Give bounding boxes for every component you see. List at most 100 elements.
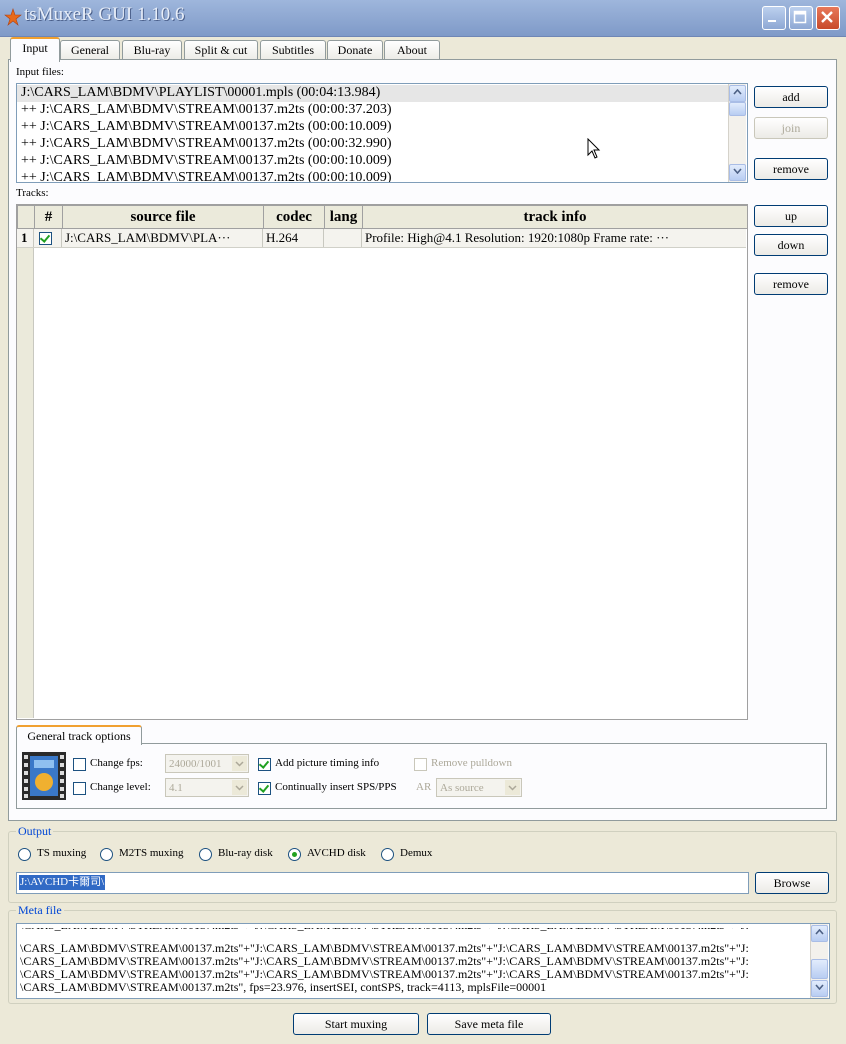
column-divider bbox=[61, 229, 62, 247]
tracks-label: Tracks: bbox=[16, 187, 49, 199]
row-number: 1 bbox=[21, 230, 28, 245]
output-path-selected-text: J:\AVCHD卡爾司\ bbox=[19, 875, 106, 890]
output-path-input[interactable]: J:\AVCHD卡爾司\ bbox=[16, 872, 749, 894]
track-up-button[interactable]: up bbox=[754, 205, 828, 227]
table-row[interactable]: 1 J:\CARS_LAM\BDMV\PLA··· H.264 Profile:… bbox=[17, 229, 746, 248]
change-level-label: Change level: bbox=[90, 781, 151, 793]
scroll-thumb[interactable] bbox=[811, 959, 828, 979]
maximize-icon bbox=[793, 10, 807, 24]
column-header-codec[interactable]: codec bbox=[263, 205, 325, 229]
insert-sps-pps-checkbox[interactable] bbox=[258, 782, 271, 795]
demux-label: Demux bbox=[400, 847, 433, 859]
add-button[interactable]: add bbox=[754, 86, 828, 108]
avchd-disk-radio[interactable] bbox=[288, 848, 301, 861]
app-icon bbox=[4, 8, 22, 26]
track-lang-cell[interactable] bbox=[327, 230, 361, 246]
chevron-up-icon bbox=[733, 89, 742, 95]
minimize-button[interactable] bbox=[762, 6, 786, 30]
ar-select[interactable]: As source bbox=[436, 778, 522, 797]
column-divider bbox=[262, 229, 263, 247]
m2ts-muxing-radio[interactable] bbox=[100, 848, 113, 861]
tab-general-track-options[interactable]: General track options bbox=[16, 725, 142, 745]
title-bar[interactable]: tsMuxeR GUI 1.10.6 bbox=[0, 0, 846, 37]
chevron-up-icon bbox=[815, 929, 824, 935]
maximize-button[interactable] bbox=[789, 6, 813, 30]
scroll-up-button[interactable] bbox=[811, 925, 828, 942]
add-picture-timing-label: Add picture timing info bbox=[275, 757, 380, 769]
column-header-lang[interactable]: lang bbox=[324, 205, 363, 229]
row-header-column bbox=[17, 248, 34, 718]
film-clapper-icon bbox=[22, 752, 66, 800]
tab-subtitles[interactable]: Subtitles bbox=[260, 40, 326, 60]
change-fps-checkbox[interactable] bbox=[73, 758, 86, 771]
track-codec-cell: H.264 bbox=[266, 230, 299, 245]
meta-clip-mask bbox=[17, 924, 812, 928]
tab-blu-ray[interactable]: Blu-ray bbox=[122, 40, 182, 60]
column-header-num[interactable]: # bbox=[34, 205, 63, 229]
list-item[interactable]: ++ J:\CARS_LAM\BDMV\STREAM\00137.m2ts (0… bbox=[21, 170, 392, 182]
scroll-down-button[interactable] bbox=[729, 164, 746, 181]
column-header-info[interactable]: track info bbox=[362, 205, 747, 229]
demux-radio[interactable] bbox=[381, 848, 394, 861]
add-picture-timing-checkbox[interactable] bbox=[258, 758, 271, 771]
mouse-cursor-icon bbox=[587, 138, 601, 159]
column-header-source[interactable]: source file bbox=[62, 205, 264, 229]
remove-pulldown-checkbox[interactable] bbox=[414, 758, 427, 771]
ts-muxing-radio[interactable] bbox=[18, 848, 31, 861]
list-item[interactable]: ++ J:\CARS_LAM\BDMV\STREAM\00137.m2ts (0… bbox=[21, 136, 392, 152]
input-files-label: Input files: bbox=[16, 66, 64, 78]
track-options-panel bbox=[16, 743, 827, 809]
meta-scrollbar[interactable] bbox=[810, 924, 828, 998]
track-down-button[interactable]: down bbox=[754, 234, 828, 256]
remove-track-button[interactable]: remove bbox=[754, 273, 828, 295]
column-divider bbox=[33, 229, 34, 247]
list-item[interactable]: ++ J:\CARS_LAM\BDMV\STREAM\00137.m2ts (0… bbox=[21, 153, 392, 169]
change-level-checkbox[interactable] bbox=[73, 782, 86, 795]
meta-file-group-title: Meta file bbox=[16, 903, 64, 918]
minimize-icon bbox=[768, 20, 776, 22]
list-item[interactable]: J:\CARS_LAM\BDMV\PLAYLIST\00001.mpls (00… bbox=[21, 85, 380, 101]
row-header-corner bbox=[17, 205, 35, 229]
chevron-down-icon bbox=[733, 168, 742, 174]
insert-sps-pps-label: Continually insert SPS/PPS bbox=[275, 781, 397, 793]
input-files-list[interactable]: J:\CARS_LAM\BDMV\PLAYLIST\00001.mpls (00… bbox=[16, 83, 748, 183]
level-select[interactable]: 4.1 bbox=[165, 778, 249, 797]
track-info-cell: Profile: High@4.1 Resolution: 1920:1080p… bbox=[365, 230, 670, 245]
remove-pulldown-label: Remove pulldown bbox=[431, 757, 512, 769]
tracks-grid[interactable]: # source file codec lang track info 1 J:… bbox=[16, 204, 748, 720]
blu-ray-disk-radio[interactable] bbox=[199, 848, 212, 861]
scroll-up-button[interactable] bbox=[729, 85, 746, 102]
list-item[interactable]: ++ J:\CARS_LAM\BDMV\STREAM\00137.m2ts (0… bbox=[21, 119, 392, 135]
list-item[interactable]: ++ J:\CARS_LAM\BDMV\STREAM\00137.m2ts (0… bbox=[21, 102, 392, 118]
scroll-down-button[interactable] bbox=[811, 980, 828, 997]
chevron-down-icon bbox=[815, 984, 824, 990]
change-fps-label: Change fps: bbox=[90, 757, 143, 769]
fps-select[interactable]: 24000/1001 bbox=[165, 754, 249, 773]
track-source-cell: J:\CARS_LAM\BDMV\PLA··· bbox=[65, 230, 231, 245]
tab-donate[interactable]: Donate bbox=[327, 40, 383, 60]
column-divider bbox=[323, 229, 324, 247]
tab-about[interactable]: About bbox=[384, 40, 440, 60]
track-enabled-checkbox[interactable] bbox=[39, 232, 52, 245]
column-divider bbox=[361, 229, 362, 247]
fps-value: 24000/1001 bbox=[169, 758, 222, 770]
chevron-down-icon bbox=[235, 785, 244, 791]
join-button[interactable]: join bbox=[754, 117, 828, 139]
browse-button[interactable]: Browse bbox=[755, 872, 829, 894]
save-meta-file-button[interactable]: Save meta file bbox=[427, 1013, 551, 1035]
meta-file-textarea[interactable]: \CARS_LAM\BDMV\STREAM\00137.m2ts"+"J:\CA… bbox=[16, 923, 830, 999]
tab-general[interactable]: General bbox=[60, 40, 120, 60]
chevron-down-icon bbox=[508, 785, 517, 791]
ar-label: AR bbox=[416, 781, 432, 793]
level-value: 4.1 bbox=[169, 782, 183, 794]
input-list-scrollbar[interactable] bbox=[728, 84, 746, 182]
close-button[interactable] bbox=[816, 6, 840, 30]
tab-input[interactable]: Input bbox=[10, 37, 60, 62]
close-icon bbox=[821, 11, 833, 23]
remove-file-button[interactable]: remove bbox=[754, 158, 828, 180]
blu-ray-disk-label: Blu-ray disk bbox=[218, 847, 273, 859]
tab-split-cut[interactable]: Split & cut bbox=[184, 40, 258, 60]
start-muxing-button[interactable]: Start muxing bbox=[293, 1013, 419, 1035]
avchd-disk-label: AVCHD disk bbox=[307, 847, 366, 859]
scroll-thumb[interactable] bbox=[729, 102, 746, 116]
